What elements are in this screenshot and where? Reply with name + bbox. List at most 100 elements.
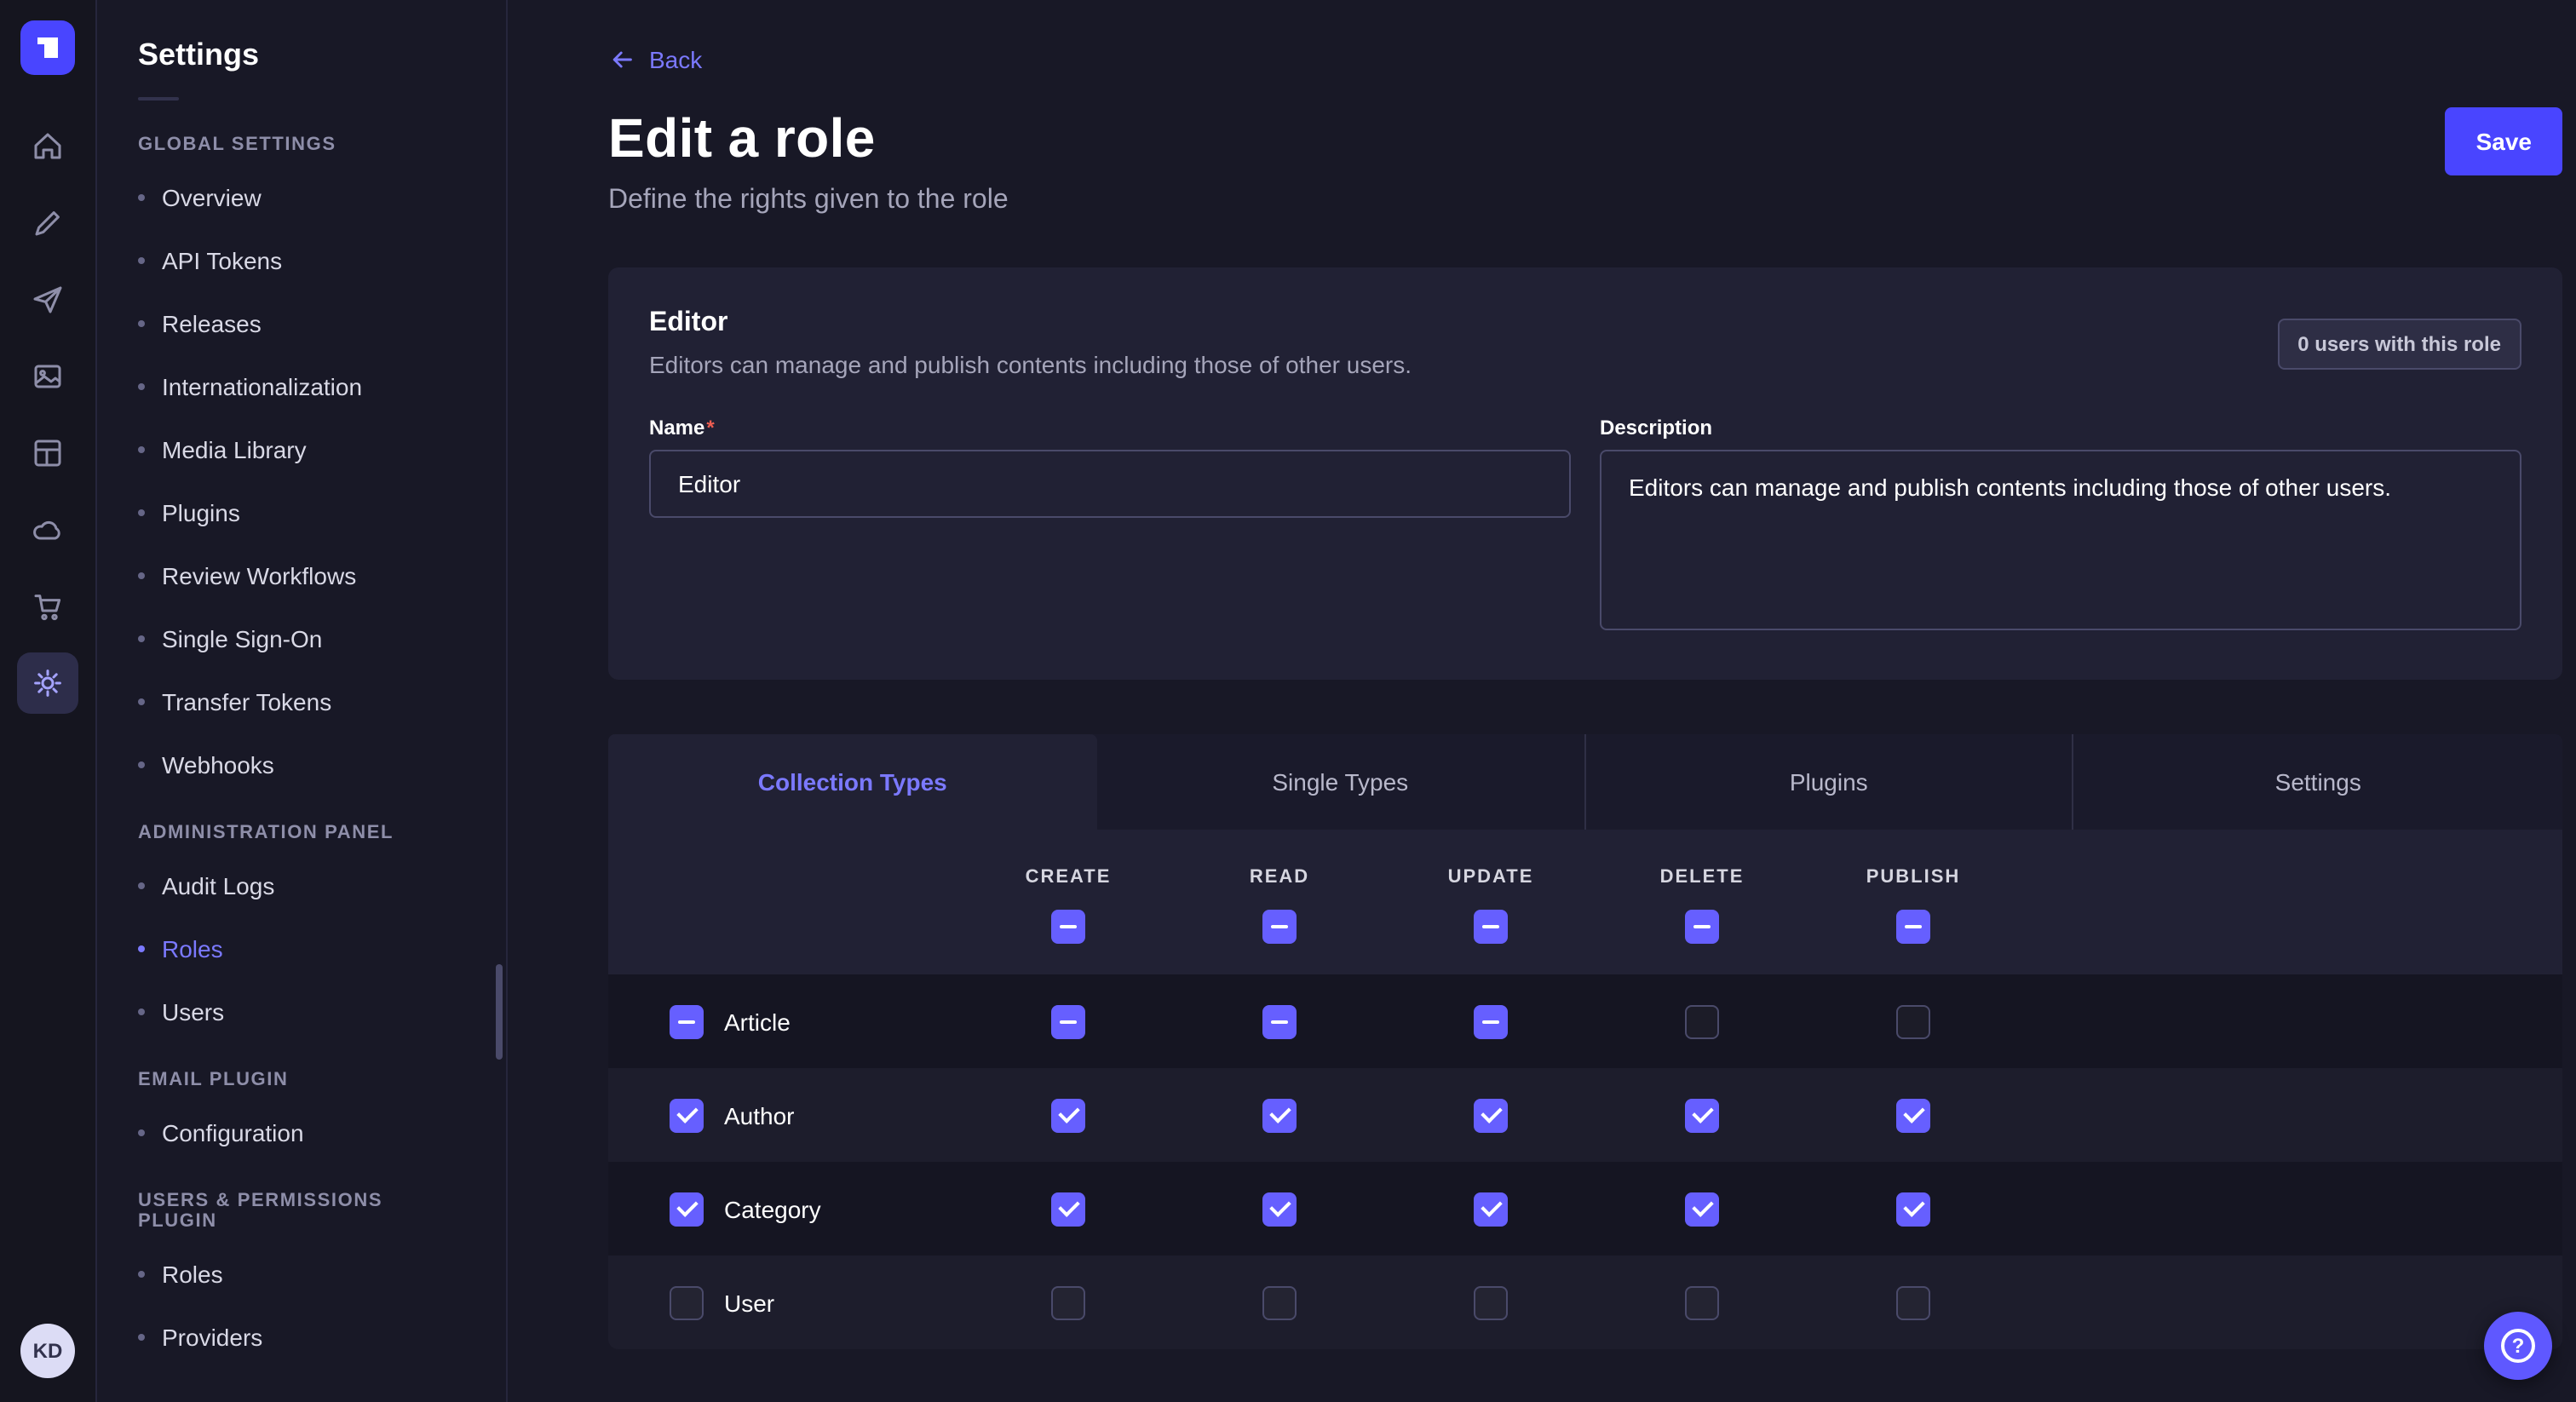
user-delete-checkbox[interactable]	[1685, 1285, 1719, 1319]
author-publish-checkbox[interactable]	[1896, 1098, 1930, 1132]
sidebar-item-media-library[interactable]: Media Library	[97, 417, 506, 480]
rail-icon-list	[17, 116, 78, 714]
nav-content-builder-button[interactable]	[17, 192, 78, 254]
help-icon: ?	[2501, 1329, 2535, 1363]
sidebar-item-plugins[interactable]: Plugins	[97, 480, 506, 543]
help-button[interactable]: ?	[2484, 1312, 2552, 1380]
article-row-checkbox[interactable]	[670, 1004, 704, 1038]
tab-settings[interactable]: Settings	[2074, 734, 2563, 830]
sidebar-item-overview[interactable]: Overview	[97, 165, 506, 228]
bullet-icon	[138, 1270, 145, 1277]
article-delete-checkbox[interactable]	[1685, 1004, 1719, 1038]
row-label: Article	[724, 1008, 791, 1035]
tab-collection-types[interactable]: Collection Types	[608, 734, 1097, 830]
user-update-checkbox[interactable]	[1474, 1285, 1508, 1319]
column-header-create: CREATE	[1026, 867, 1112, 888]
bullet-icon	[138, 761, 145, 767]
bullet-icon	[138, 193, 145, 200]
sidebar-title-divider	[138, 97, 179, 101]
sidebar-item-admin-users[interactable]: Users	[97, 980, 506, 1043]
row-label: Author	[724, 1101, 795, 1129]
nav-content-manager-button[interactable]	[17, 422, 78, 484]
section-users-permissions-plugin: Users & Permissions Plugin	[97, 1164, 506, 1242]
sidebar-item-email-configuration[interactable]: Configuration	[97, 1100, 506, 1164]
permissions-section: Collection Types Single Types Plugins Se…	[608, 734, 2562, 1349]
permission-row-article: Article	[608, 974, 2562, 1068]
bullet-icon	[138, 635, 145, 641]
save-button[interactable]: Save	[2446, 107, 2562, 175]
role-details-card: Editor Editors can manage and publish co…	[608, 267, 2562, 680]
description-input[interactable]: Editors can manage and publish contents …	[1600, 450, 2521, 630]
layout-icon	[31, 436, 65, 470]
user-publish-checkbox[interactable]	[1896, 1285, 1930, 1319]
sidebar-item-transfer-tokens[interactable]: Transfer Tokens	[97, 669, 506, 733]
column-header-read: READ	[1250, 867, 1309, 888]
sidebar-item-up-roles[interactable]: Roles	[97, 1242, 506, 1305]
permissions-table-header: CREATE READ UPDATE DELETE	[608, 830, 2562, 974]
sidebar-item-releases[interactable]: Releases	[97, 291, 506, 354]
cart-icon	[31, 589, 65, 623]
select-all-publish-checkbox[interactable]	[1896, 910, 1930, 944]
main-content: Back Edit a role Define the rights given…	[508, 0, 2576, 1402]
nav-media-library-button[interactable]	[17, 346, 78, 407]
nav-settings-button[interactable]	[17, 652, 78, 714]
category-delete-checkbox[interactable]	[1685, 1192, 1719, 1226]
sidebar-item-audit-logs[interactable]: Audit Logs	[97, 853, 506, 916]
gear-icon	[31, 666, 65, 700]
category-read-checkbox[interactable]	[1262, 1192, 1297, 1226]
bullet-icon	[138, 1129, 145, 1135]
category-create-checkbox[interactable]	[1051, 1192, 1085, 1226]
avatar[interactable]: KD	[20, 1324, 75, 1378]
row-label: Category	[724, 1195, 821, 1222]
column-header-publish: PUBLISH	[1866, 867, 1961, 888]
category-publish-checkbox[interactable]	[1896, 1192, 1930, 1226]
nav-home-button[interactable]	[17, 116, 78, 177]
sidebar-item-review-workflows[interactable]: Review Workflows	[97, 543, 506, 606]
images-icon	[31, 359, 65, 394]
nav-marketplace-button[interactable]	[17, 576, 78, 637]
role-subtitle: Editors can manage and publish contents …	[649, 351, 1412, 378]
bullet-icon	[138, 572, 145, 578]
nav-releases-button[interactable]	[17, 269, 78, 330]
nav-cloud-button[interactable]	[17, 499, 78, 560]
article-read-checkbox[interactable]	[1262, 1004, 1297, 1038]
sidebar-item-single-sign-on[interactable]: Single Sign-On	[97, 606, 506, 669]
description-label: Description	[1600, 416, 2521, 440]
article-publish-checkbox[interactable]	[1896, 1004, 1930, 1038]
sidebar-item-api-tokens[interactable]: API Tokens	[97, 228, 506, 291]
name-input[interactable]	[649, 450, 1571, 518]
category-update-checkbox[interactable]	[1474, 1192, 1508, 1226]
tab-single-types[interactable]: Single Types	[1097, 734, 1586, 830]
user-row-checkbox[interactable]	[670, 1285, 704, 1319]
sidebar-scrollbar[interactable]	[496, 964, 503, 1060]
tab-plugins[interactable]: Plugins	[1585, 734, 2074, 830]
back-arrow-icon	[608, 46, 635, 73]
bullet-icon	[138, 1333, 145, 1340]
select-all-delete-checkbox[interactable]	[1685, 910, 1719, 944]
bullet-icon	[138, 509, 145, 515]
author-read-checkbox[interactable]	[1262, 1098, 1297, 1132]
sidebar-item-up-providers[interactable]: Providers	[97, 1305, 506, 1368]
author-row-checkbox[interactable]	[670, 1098, 704, 1132]
select-all-read-checkbox[interactable]	[1262, 910, 1297, 944]
author-update-checkbox[interactable]	[1474, 1098, 1508, 1132]
description-field-group: Description Editors can manage and publi…	[1600, 416, 2521, 639]
sidebar-item-admin-roles[interactable]: Roles	[97, 916, 506, 980]
select-all-update-checkbox[interactable]	[1474, 910, 1508, 944]
article-update-checkbox[interactable]	[1474, 1004, 1508, 1038]
strapi-logo[interactable]	[20, 20, 75, 75]
permissions-tabs: Collection Types Single Types Plugins Se…	[608, 734, 2562, 830]
select-all-create-checkbox[interactable]	[1051, 910, 1085, 944]
category-row-checkbox[interactable]	[670, 1192, 704, 1226]
user-read-checkbox[interactable]	[1262, 1285, 1297, 1319]
author-create-checkbox[interactable]	[1051, 1098, 1085, 1132]
nav-rail: KD	[0, 0, 97, 1402]
user-create-checkbox[interactable]	[1051, 1285, 1085, 1319]
sidebar-item-internationalization[interactable]: Internationalization	[97, 354, 506, 417]
back-link[interactable]: Back	[608, 46, 702, 73]
author-delete-checkbox[interactable]	[1685, 1098, 1719, 1132]
back-label: Back	[649, 46, 702, 73]
paper-plane-icon	[31, 283, 65, 317]
article-create-checkbox[interactable]	[1051, 1004, 1085, 1038]
sidebar-item-webhooks[interactable]: Webhooks	[97, 733, 506, 796]
